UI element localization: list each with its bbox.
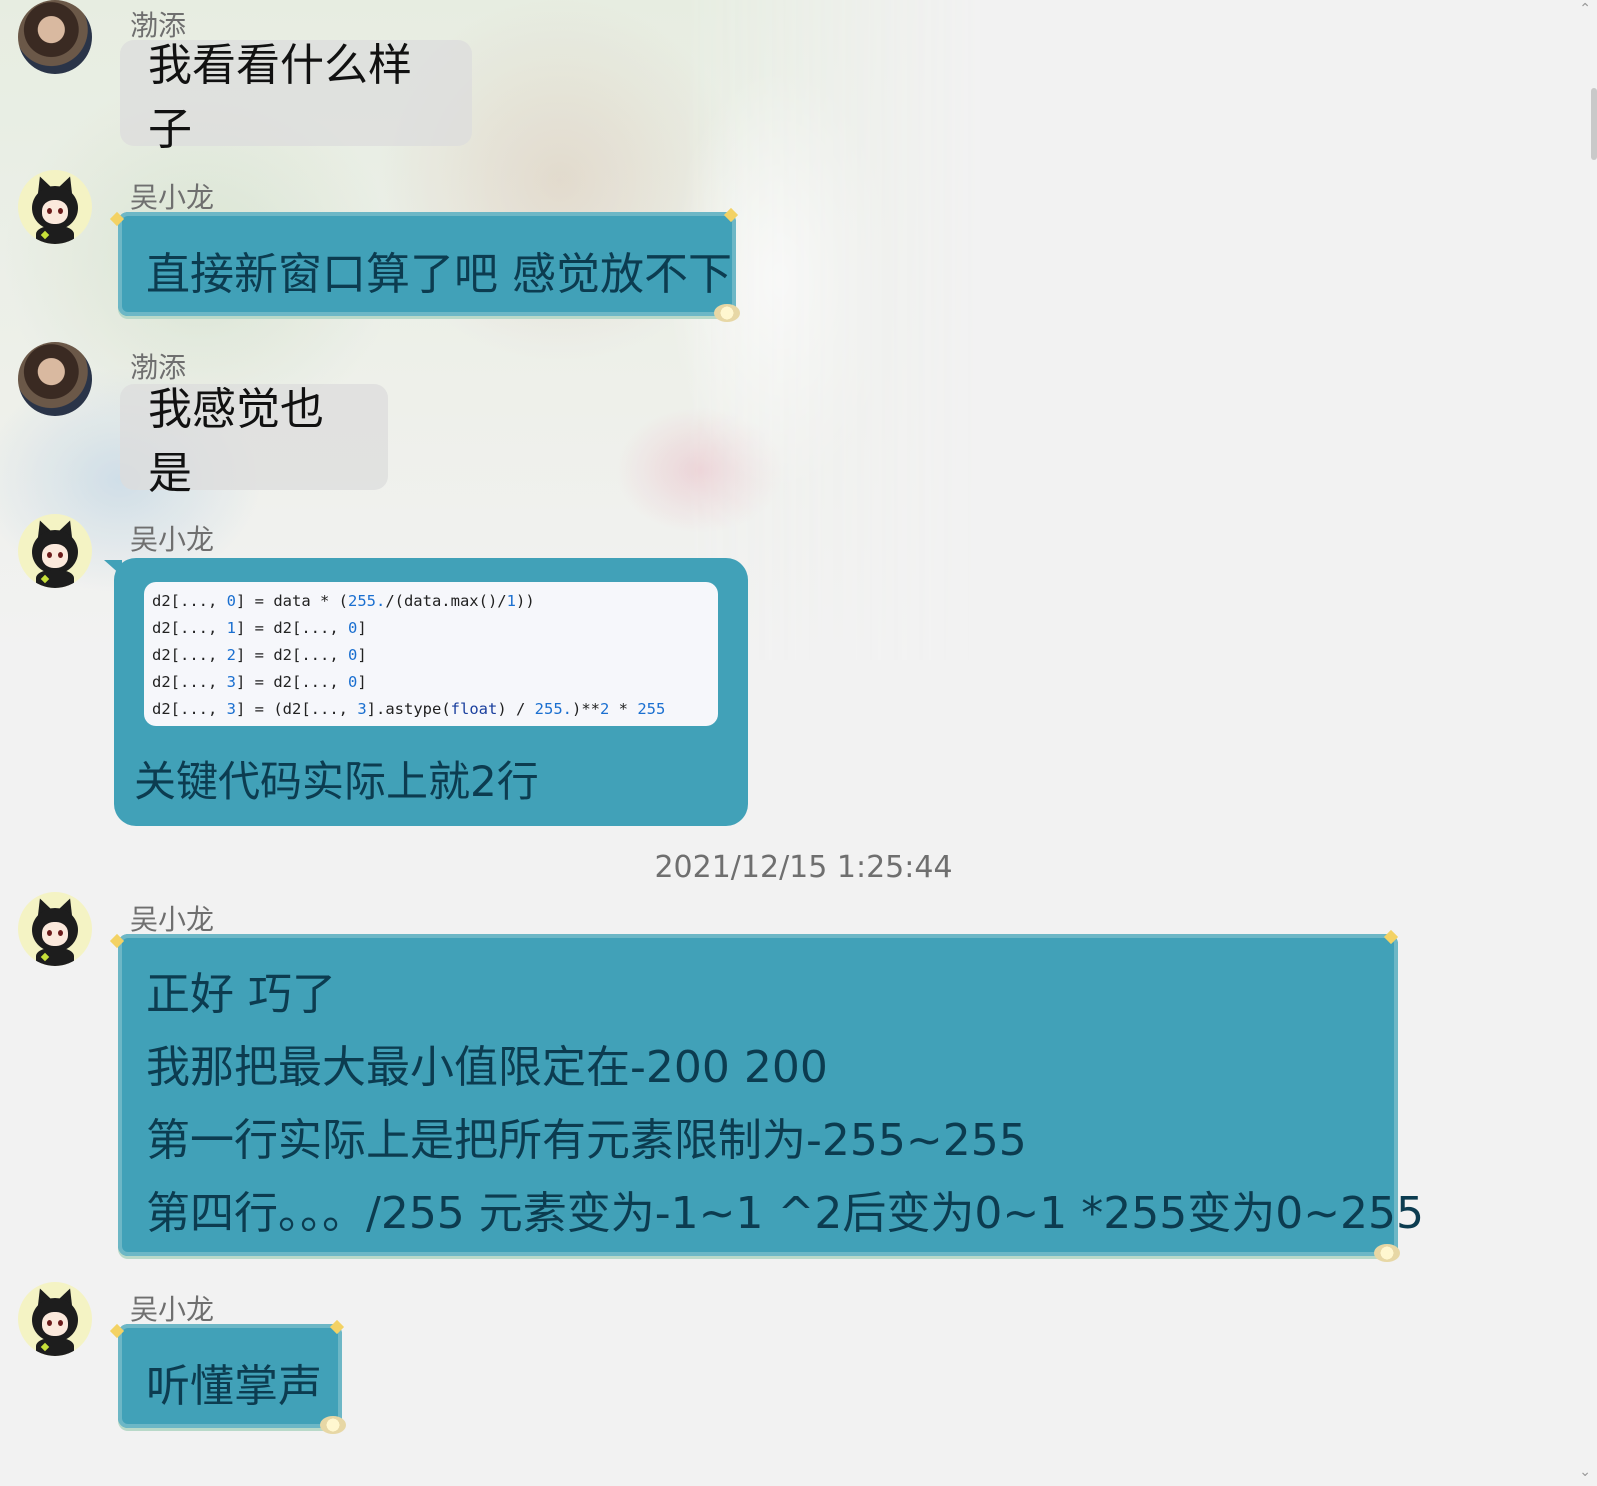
avatar[interactable]	[18, 0, 92, 74]
avatar[interactable]	[18, 342, 92, 416]
message-text: 我看看什么样子	[148, 40, 412, 155]
chat-message-list[interactable]: 渤添 我看看什么样子 吴小龙 直接新窗口算了吧 感觉放不下 渤添 我感觉也是 吴…	[0, 0, 1597, 1486]
sender-name: 吴小龙	[130, 181, 215, 214]
chevron-down-icon[interactable]: ⌄	[1579, 1463, 1591, 1480]
bubble-decoration	[320, 1416, 346, 1434]
code-line: d2[..., 3] = d2[..., 0]	[152, 673, 367, 691]
avatar[interactable]	[18, 892, 92, 966]
sender-name: 吴小龙	[130, 523, 215, 556]
bubble-decoration	[1374, 1244, 1400, 1262]
message-bubble[interactable]: 我感觉也是	[120, 384, 388, 499]
avatar[interactable]	[18, 170, 92, 244]
message-text: 直接新窗口算了吧 感觉放不下	[146, 249, 732, 300]
bubble-tail	[104, 560, 122, 576]
code-block[interactable]: d2[..., 0] = data * (255./(data.max()/1)…	[144, 582, 718, 726]
message-line: 第一行实际上是把所有元素限制为-255~255	[146, 1115, 1027, 1166]
message-bubble[interactable]: 听懂掌声	[118, 1324, 342, 1428]
message-line: 我那把最大最小值限定在-200 200	[146, 1042, 828, 1093]
code-message-bubble[interactable]: d2[..., 0] = data * (255./(data.max()/1)…	[104, 558, 748, 826]
message-text: 我感觉也是	[148, 384, 324, 499]
code-line: d2[..., 0] = data * (255./(data.max()/1)…	[152, 592, 535, 610]
message-text: 听懂掌声	[146, 1361, 322, 1412]
avatar[interactable]	[18, 1282, 92, 1356]
sender-name: 吴小龙	[130, 1293, 215, 1326]
message-bubble[interactable]: 正好 巧了 我那把最大最小值限定在-200 200 第一行实际上是把所有元素限制…	[118, 934, 1425, 1256]
avatar[interactable]	[18, 514, 92, 588]
scrollbar[interactable]: ⌃ ⌄	[1567, 0, 1597, 1486]
code-line: d2[..., 2] = d2[..., 0]	[152, 646, 367, 664]
chevron-up-icon[interactable]: ⌃	[1579, 0, 1591, 17]
message-timestamp: 2021/12/15 1:25:44	[654, 850, 953, 885]
code-line: d2[..., 1] = d2[..., 0]	[152, 619, 367, 637]
message-bubble[interactable]: 我看看什么样子	[120, 40, 472, 155]
message-text: 关键代码实际上就2行	[134, 757, 539, 806]
scrollbar-thumb[interactable]	[1591, 88, 1597, 160]
code-line: d2[..., 3] = (d2[..., 3].astype(float) /…	[152, 700, 666, 718]
message-line: 正好 巧了	[146, 969, 336, 1020]
message-line: 第四行。。。/255 元素变为-1~1 ^2后变为0~1 *255变为0~255	[146, 1188, 1425, 1239]
message-bubble[interactable]: 直接新窗口算了吧 感觉放不下	[118, 212, 736, 316]
bubble-decoration	[714, 304, 740, 322]
sender-name: 吴小龙	[130, 903, 215, 936]
